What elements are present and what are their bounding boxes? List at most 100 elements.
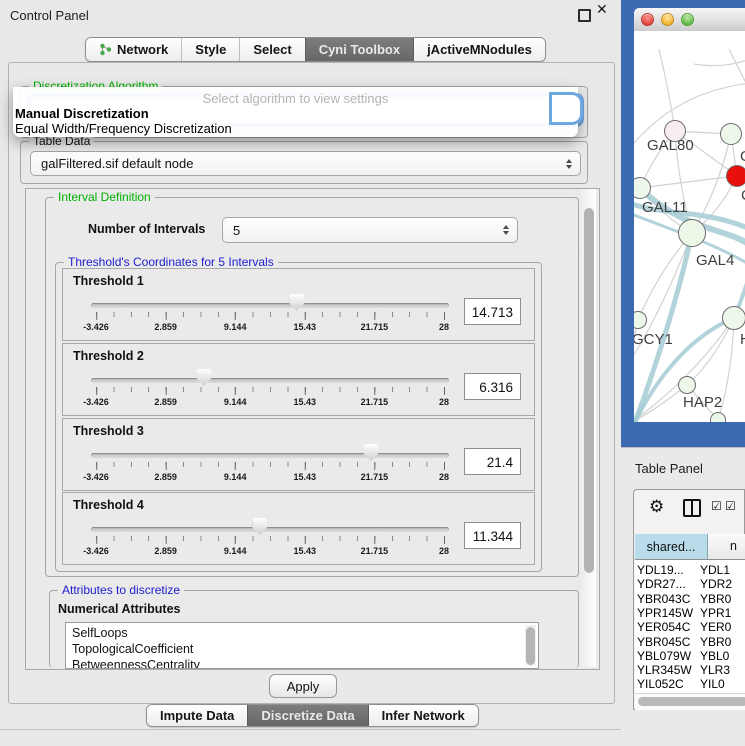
combo-stepper-icon [566,159,572,169]
table-row[interactable]: YDL19... YDL1 [635,563,745,577]
attribute-list-item[interactable]: SelfLoops [72,626,128,640]
table-data-combobox[interactable]: galFiltered.sif default node [30,151,581,176]
window-bottom-edge [0,729,621,730]
minimize-traffic-light-icon[interactable] [661,13,674,26]
table-row[interactable]: YER054C YER0 [635,620,745,634]
table-data-value: galFiltered.sif default node [41,152,193,175]
network-node[interactable] [710,412,726,422]
combo-stepper-icon [503,225,509,235]
network-node-label: GCY1 [634,331,673,348]
tab-infer-network-label: Infer Network [382,708,465,723]
close-icon[interactable]: ✕ [596,2,608,18]
column-header-name[interactable]: n [708,534,745,560]
tab-discretize-data-label: Discretize Data [261,708,354,723]
cell-name[interactable]: YPR1 [700,606,731,620]
threshold-1-value-field[interactable]: 14.713 [464,298,521,325]
tab-cyni-toolbox[interactable]: Cyni Toolbox [305,38,413,61]
attribute-list-item[interactable]: TopologicalCoefficient [72,642,193,656]
network-node[interactable] [720,123,742,145]
cell-name[interactable]: YBL0 [700,649,729,663]
table-row[interactable]: YBR045C YBR0 [635,635,745,649]
threshold-3-value-field[interactable]: 21.4 [464,448,521,475]
close-traffic-light-icon[interactable] [641,13,654,26]
numerical-attributes-list[interactable]: SelfLoops TopologicalCoefficient Betweenne… [65,622,539,669]
list-scrollbar-thumb[interactable] [526,627,535,665]
network-node-label: HAP2 [683,394,722,411]
tab-impute-data[interactable]: Impute Data [147,705,247,726]
checkbox-icon[interactable]: ☑ [711,499,722,513]
slider-tick-label: -3.426 [83,322,109,332]
checkbox-icon[interactable]: ☑ [725,499,736,513]
table-hscrollbar-track[interactable] [635,693,745,710]
cell-name[interactable]: YDL1 [700,563,730,577]
algorithm-option-equal-width[interactable]: Equal Width/Frequency Discretization [15,121,232,136]
network-icon [99,43,112,56]
table-row[interactable]: YBL079W YBL0 [635,649,745,663]
tab-network[interactable]: Network [86,38,181,61]
threshold-3-slider-thumb[interactable] [363,444,378,461]
slider-tick-label: 15.43 [294,472,317,482]
slider-tick-label: 9.144 [224,322,247,332]
algorithm-placeholder-option[interactable]: Select algorithm to view settings [13,91,578,106]
threshold-2-panel: Threshold 2 -3.4262.8599.14415.4321.7152… [62,343,535,416]
number-of-intervals-combobox[interactable]: 5 [222,217,518,243]
cell-shared-name[interactable]: YIL052C [637,677,684,691]
slider-scale: -3.4262.8599.14415.4321.71528 [96,536,444,558]
cell-shared-name[interactable]: YLR345W [637,663,692,677]
float-panel-icon[interactable] [578,9,591,22]
tab-style-label: Style [195,42,226,57]
apply-button[interactable]: Apply [269,674,337,698]
cell-shared-name[interactable]: YBR043C [637,592,690,606]
network-node-label: HA [740,331,745,348]
network-node[interactable] [678,219,706,247]
tab-network-label: Network [117,42,168,57]
algorithm-option-manual[interactable]: Manual Discretization [15,106,149,121]
network-node[interactable] [726,165,745,187]
cell-shared-name[interactable]: YPR145W [637,606,693,620]
threshold-2-slider-thumb[interactable] [196,369,211,386]
threshold-4-value-field[interactable]: 11.344 [464,522,521,549]
slider-scale: -3.4262.8599.14415.4321.71528 [96,387,444,409]
bottom-tab-bar: Impute Data Discretize Data Infer Networ… [146,704,479,727]
tab-jactivemnodules[interactable]: jActiveMNodules [413,38,545,61]
thresholds-group-title: Threshold's Coordinates for 5 Intervals [64,255,278,269]
zoom-traffic-light-icon[interactable] [681,13,694,26]
cell-name[interactable]: YIL0 [700,677,725,691]
network-node[interactable] [678,376,696,394]
cell-shared-name[interactable]: YDR27... [637,577,686,591]
network-node-label: C [741,187,745,204]
table-row[interactable]: YBR043C YBR0 [635,592,745,606]
cell-name[interactable]: YLR3 [700,663,730,677]
cell-shared-name[interactable]: YBL079W [637,649,691,663]
cell-name[interactable]: YER0 [700,620,731,634]
columns-icon[interactable] [683,499,701,517]
slider-tick-label: -3.426 [83,546,109,556]
tab-style[interactable]: Style [181,38,239,61]
table-row[interactable]: YIL052C YIL0 [635,677,745,691]
cell-name[interactable]: YBR0 [700,592,731,606]
table-row[interactable]: YPR145W YPR1 [635,606,745,620]
table-hscrollbar-thumb[interactable] [638,697,745,706]
cell-shared-name[interactable]: YDL19... [637,563,684,577]
network-canvas[interactable]: GAL80GACGAL11GAL4GCY1HAHAP2 [634,31,745,422]
tab-select[interactable]: Select [239,38,304,61]
network-window-titlebar[interactable] [634,8,745,32]
cell-shared-name[interactable]: YBR045C [637,635,690,649]
cell-name[interactable]: YBR0 [700,635,731,649]
attribute-list-item[interactable]: BetweennessCentrality [72,658,200,669]
threshold-1-slider-thumb[interactable] [289,294,304,311]
threshold-4-slider-thumb[interactable] [252,518,267,535]
cell-shared-name[interactable]: YER054C [637,620,690,634]
number-of-intervals-label: Number of Intervals [88,222,205,236]
network-node[interactable] [722,306,745,330]
gear-icon[interactable]: ⚙ [649,497,664,517]
table-row[interactable]: YLR345W YLR3 [635,663,745,677]
column-header-shared-name[interactable]: shared... [635,534,708,560]
threshold-2-value-field[interactable]: 6.316 [464,373,521,400]
tab-discretize-data[interactable]: Discretize Data [247,705,367,726]
settings-scrollbar-thumb[interactable] [584,208,594,573]
cell-name[interactable]: YDR2 [700,577,732,591]
tab-infer-network[interactable]: Infer Network [368,705,478,726]
slider-tick-label: 2.859 [154,472,177,482]
table-row[interactable]: YDR27... YDR2 [635,577,745,591]
